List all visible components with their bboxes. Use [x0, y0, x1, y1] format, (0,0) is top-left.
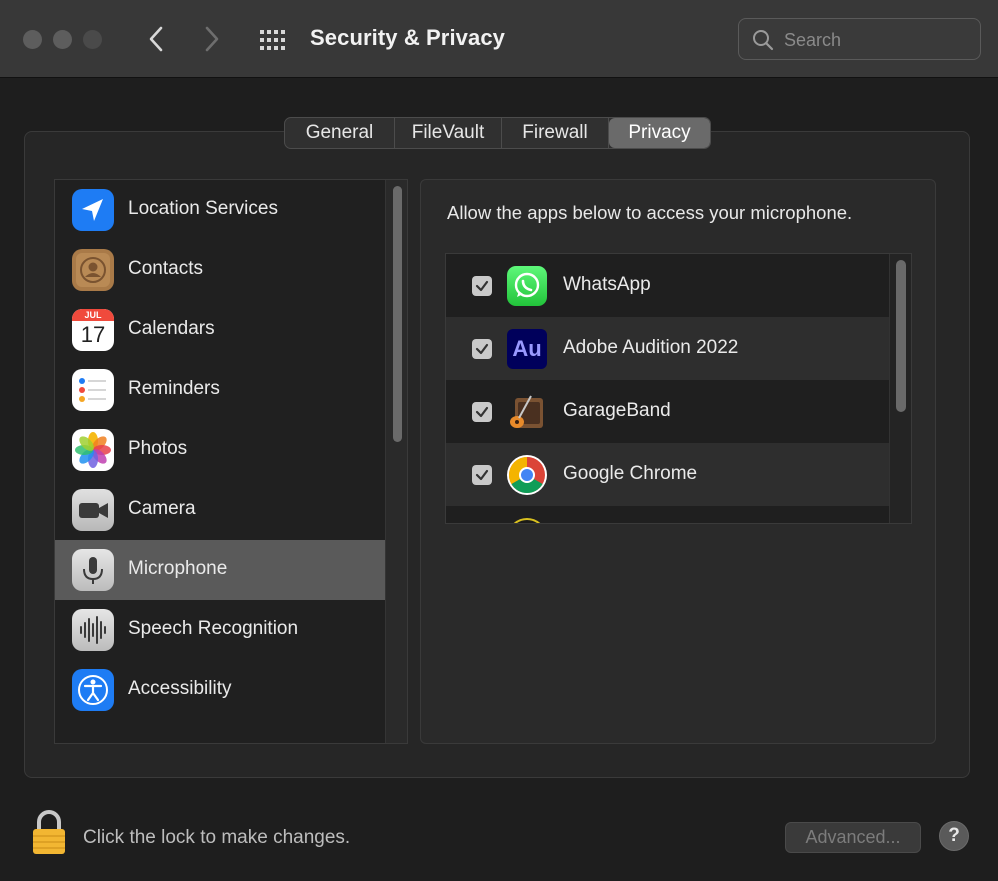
- search-field[interactable]: [738, 18, 981, 60]
- tab-filevault[interactable]: FileVault: [395, 118, 502, 148]
- app-row-google-chrome[interactable]: Google Chrome: [446, 443, 889, 506]
- back-button[interactable]: [139, 22, 173, 56]
- checkmark-icon: [475, 343, 489, 355]
- scrollbar-thumb[interactable]: [896, 260, 906, 412]
- app-row-partial[interactable]: [446, 506, 889, 523]
- app-row-adobe-audition[interactable]: Au Adobe Audition 2022: [446, 317, 889, 380]
- search-icon: [753, 30, 774, 51]
- garageband-icon: [507, 392, 547, 432]
- lock-button[interactable]: [30, 810, 68, 856]
- permission-checkbox[interactable]: [472, 402, 492, 422]
- sidebar-item-contacts[interactable]: Contacts: [55, 240, 385, 300]
- sidebar-item-label: Contacts: [128, 258, 203, 279]
- app-name: WhatsApp: [563, 274, 651, 295]
- photos-icon: [72, 429, 114, 471]
- app-permission-list: WhatsApp Au Adobe Audition 2022 GarageBa…: [445, 253, 912, 524]
- scrollbar-thumb[interactable]: [393, 186, 402, 442]
- app-name: Adobe Audition 2022: [563, 337, 739, 358]
- show-all-button[interactable]: [256, 24, 290, 56]
- sidebar-item-label: Accessibility: [128, 678, 232, 699]
- sidebar-item-accessibility[interactable]: Accessibility: [55, 660, 385, 720]
- camera-icon: [72, 489, 114, 531]
- sidebar-item-label: Location Services: [128, 198, 278, 219]
- permission-checkbox[interactable]: [472, 339, 492, 359]
- privacy-category-list: Location Services Contacts JUL 17 Calend…: [54, 179, 408, 744]
- grid-icon: [260, 30, 285, 50]
- minimize-window-button[interactable]: [53, 30, 72, 49]
- sidebar-item-reminders[interactable]: Reminders: [55, 360, 385, 420]
- window-title: Security & Privacy: [310, 25, 506, 50]
- permission-checkbox[interactable]: [472, 276, 492, 296]
- sidebar-item-speech-recognition[interactable]: Speech Recognition: [55, 600, 385, 660]
- app-row-whatsapp[interactable]: WhatsApp: [446, 254, 889, 317]
- sidebar-item-label: Speech Recognition: [128, 618, 299, 639]
- lock-icon: [33, 810, 65, 854]
- sidebar-item-label: Camera: [128, 498, 196, 519]
- app-icon-partial: [507, 518, 547, 523]
- app-list-scrollbar[interactable]: [889, 254, 911, 523]
- search-input[interactable]: [784, 26, 969, 54]
- speech-waveform-icon: [72, 609, 114, 651]
- checkmark-icon: [475, 406, 489, 418]
- sidebar-item-calendars[interactable]: JUL 17 Calendars: [55, 300, 385, 360]
- app-name: Google Chrome: [563, 463, 698, 484]
- tab-bar: General FileVault Firewall Privacy: [284, 117, 711, 149]
- category-list-scrollbar[interactable]: [385, 180, 407, 743]
- lock-status-text: Click the lock to make changes.: [83, 827, 351, 848]
- sidebar-item-label: Microphone: [128, 558, 228, 579]
- chevron-left-icon: [149, 26, 163, 52]
- advanced-button[interactable]: Advanced...: [785, 822, 921, 853]
- sidebar-item-label: Photos: [128, 438, 188, 459]
- forward-button[interactable]: [195, 22, 229, 56]
- microphone-detail-panel: Allow the apps below to access your micr…: [420, 179, 936, 744]
- accessibility-icon: [72, 669, 114, 711]
- detail-header: Allow the apps below to access your micr…: [447, 202, 853, 223]
- sidebar-item-location-services[interactable]: Location Services: [55, 180, 385, 240]
- sidebar-item-label: Calendars: [128, 318, 215, 339]
- title-bar: Security & Privacy: [0, 0, 998, 78]
- zoom-window-button[interactable]: [83, 30, 102, 49]
- adobe-audition-icon: Au: [507, 329, 547, 369]
- sidebar-item-microphone[interactable]: Microphone: [55, 540, 385, 600]
- chevron-right-icon: [205, 26, 219, 52]
- reminders-icon: [72, 369, 114, 411]
- tab-general[interactable]: General: [285, 118, 395, 148]
- tab-privacy[interactable]: Privacy: [609, 118, 710, 148]
- contacts-icon: [72, 249, 114, 291]
- calendar-day: 17: [80, 322, 106, 347]
- sidebar-item-photos[interactable]: Photos: [55, 420, 385, 480]
- help-button[interactable]: ?: [939, 821, 969, 851]
- app-row-garageband[interactable]: GarageBand: [446, 380, 889, 443]
- adobe-audition-icon-text: Au: [512, 336, 542, 361]
- calendar-month: JUL: [84, 310, 102, 320]
- checkmark-icon: [475, 280, 489, 292]
- checkmark-icon: [475, 469, 489, 481]
- calendar-icon: JUL 17: [72, 309, 114, 351]
- sidebar-item-camera[interactable]: Camera: [55, 480, 385, 540]
- permission-checkbox[interactable]: [472, 465, 492, 485]
- microphone-icon: [72, 549, 114, 591]
- close-window-button[interactable]: [23, 30, 42, 49]
- app-name: GarageBand: [563, 400, 671, 421]
- location-arrow-icon: [72, 189, 114, 231]
- whatsapp-icon: [507, 266, 547, 306]
- sidebar-item-label: Reminders: [128, 378, 220, 399]
- chrome-icon: [507, 455, 547, 495]
- tab-firewall[interactable]: Firewall: [502, 118, 609, 148]
